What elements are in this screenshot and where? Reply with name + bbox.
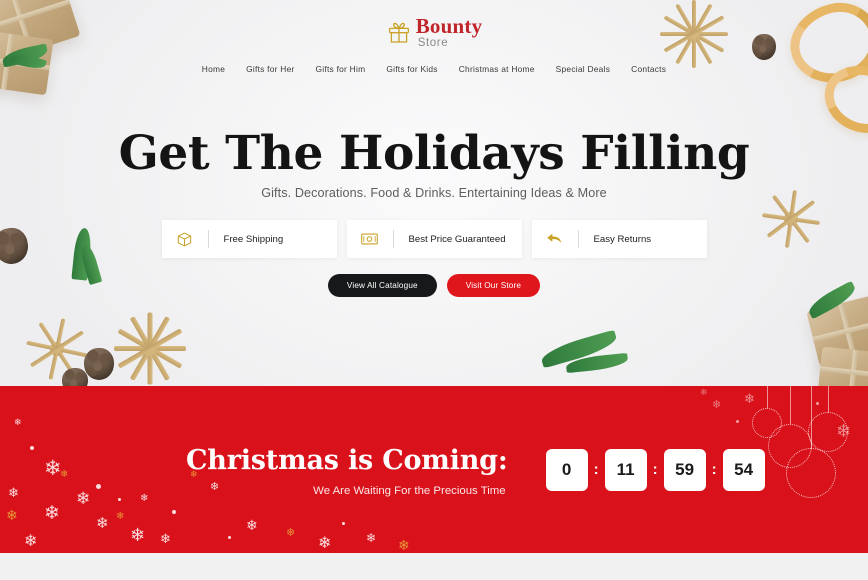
feature-cards: Free Shipping Best Price Guaranteed Easy… — [0, 220, 868, 258]
nav-item-contacts[interactable]: Contacts — [631, 64, 666, 74]
countdown-band: ❄ ❄ ❄ ❄ ❄ ❄ ❄ ❄ ❄ ❄ ❄ ❄ ❄ ❄ ❄ ❄ ❄ ❄ ❄ ❄ — [0, 386, 868, 553]
nav-item-gifts-for-him[interactable]: Gifts for Him — [316, 64, 366, 74]
feature-label: Best Price Guaranteed — [408, 233, 506, 245]
landing-page: Bounty Store Home Gifts for Her Gifts fo… — [0, 0, 868, 580]
site-header: Bounty Store Home Gifts for Her Gifts fo… — [0, 0, 868, 74]
banknote-icon — [347, 233, 393, 245]
countdown-unit-hours: 11 — [604, 448, 647, 491]
package-box-icon — [162, 232, 208, 247]
countdown-title: Christmas is Coming: — [186, 444, 508, 476]
countdown-separator: : — [593, 461, 599, 478]
cta-buttons: View All Catalogue Visit Our Store — [0, 274, 868, 297]
feature-card-free-shipping[interactable]: Free Shipping — [161, 220, 337, 258]
gift-box-icon — [386, 20, 412, 46]
countdown-separator: : — [711, 461, 717, 478]
nav-item-gifts-for-her[interactable]: Gifts for Her — [246, 64, 294, 74]
countdown-separator: : — [652, 461, 658, 478]
countdown-timer: 0 : 11 : 59 : 54 — [545, 448, 765, 491]
logo-subtitle: Store — [417, 37, 449, 49]
countdown-text: Christmas is Coming: We Are Waiting For … — [186, 443, 508, 497]
nav-item-special-deals[interactable]: Special Deals — [556, 64, 610, 74]
return-arrow-icon — [532, 232, 578, 247]
logo-text: Bounty Store — [416, 16, 483, 50]
feature-label: Free Shipping — [223, 233, 284, 245]
nav-item-home[interactable]: Home — [202, 64, 225, 74]
countdown-unit-minutes: 59 — [663, 448, 706, 491]
feature-card-easy-returns[interactable]: Easy Returns — [531, 220, 707, 258]
countdown-unit-days: 0 — [545, 448, 588, 491]
countdown-unit-seconds: 54 — [722, 448, 765, 491]
countdown-content: Christmas is Coming: We Are Waiting For … — [0, 386, 868, 553]
feature-card-best-price[interactable]: Best Price Guaranteed — [346, 220, 522, 258]
countdown-subtitle: We Are Waiting For the Precious Time — [313, 484, 506, 497]
page-footer-strip — [0, 553, 868, 580]
nav-item-gifts-for-kids[interactable]: Gifts for Kids — [386, 64, 437, 74]
main-navigation: Home Gifts for Her Gifts for Him Gifts f… — [0, 64, 868, 74]
page-subtitle: Gifts. Decorations. Food & Drinks. Enter… — [261, 186, 607, 200]
visit-our-store-button[interactable]: Visit Our Store — [446, 274, 541, 297]
logo-name: Bounty — [415, 14, 483, 38]
feature-label: Easy Returns — [593, 233, 652, 245]
logo[interactable]: Bounty Store — [0, 0, 868, 50]
view-all-catalogue-button[interactable]: View All Catalogue — [327, 274, 437, 297]
nav-item-christmas-at-home[interactable]: Christmas at Home — [459, 64, 535, 74]
page-title: Get The Holidays Filling — [118, 126, 750, 181]
